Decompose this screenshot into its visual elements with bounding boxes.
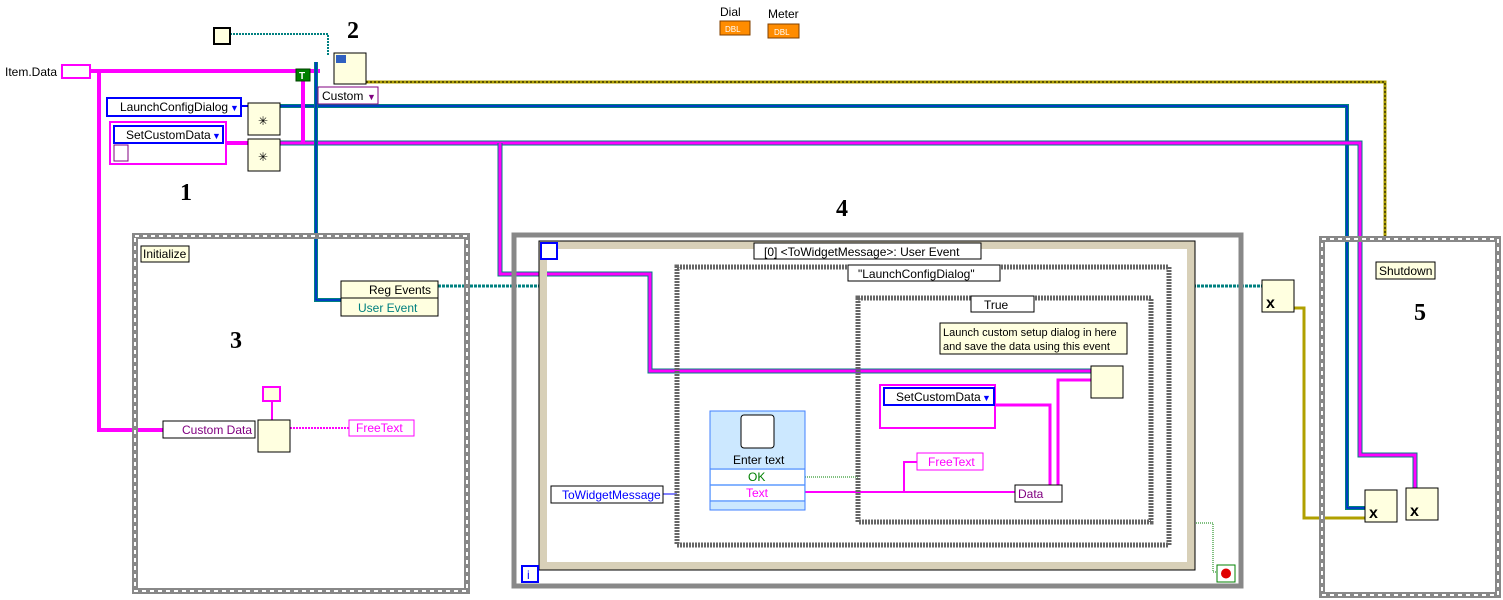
svg-text:ToWidgetMessage: ToWidgetMessage	[562, 488, 661, 502]
svg-text:OK: OK	[748, 470, 765, 484]
item-data-terminal[interactable]	[61, 64, 91, 79]
svg-text:Initialize: Initialize	[143, 247, 187, 261]
svg-text:DBL: DBL	[725, 25, 741, 34]
svg-text:Reg Events: Reg Events	[369, 283, 431, 297]
svg-text:DBL: DBL	[774, 28, 790, 37]
svg-text:Shutdown: Shutdown	[1379, 264, 1432, 278]
iteration-terminal	[521, 565, 539, 583]
svg-text:LaunchConfigDialog: LaunchConfigDialog	[120, 100, 228, 114]
svg-text:SetCustomData: SetCustomData	[896, 390, 981, 404]
vi-icon	[336, 55, 346, 63]
chevron-down-icon: ▼	[230, 103, 239, 113]
event-icon: ✳	[258, 114, 268, 128]
section-number-5: 5	[1414, 300, 1426, 326]
variant-to-data-node[interactable]	[257, 419, 291, 453]
close-icon: x	[1266, 295, 1275, 312]
svg-text:[0] <ToWidgetMessage>: User Ev: [0] <ToWidgetMessage>: User Event	[764, 245, 960, 259]
stop-icon	[1221, 568, 1231, 579]
timeout-icon[interactable]	[540, 242, 558, 260]
chevron-down-icon: ▼	[982, 393, 991, 403]
svg-text:User Event: User Event	[358, 301, 418, 315]
item-data-label: Item.Data	[5, 65, 57, 79]
svg-text:Enter text: Enter text	[733, 453, 785, 467]
svg-text:i: i	[527, 568, 530, 582]
generate-user-event-node[interactable]	[1090, 365, 1124, 399]
svg-text:Custom Data: Custom Data	[182, 423, 252, 437]
section-number-4: 4	[836, 196, 848, 222]
svg-text:Launch custom setup dialog in: Launch custom setup dialog in here	[943, 327, 1117, 339]
svg-text:Custom: Custom	[322, 89, 363, 103]
enum-refnum-wire[interactable]	[280, 104, 1368, 510]
svg-text:T: T	[299, 71, 305, 82]
section-number-1: 1	[180, 180, 192, 206]
empty-string-constant[interactable]	[262, 386, 281, 402]
section-number-2: 2	[347, 18, 359, 44]
meter-label: Meter	[768, 7, 799, 21]
string-element	[113, 144, 129, 162]
svg-text:and save the data using this e: and save the data using this event	[943, 341, 1110, 353]
chevron-down-icon: ▼	[212, 131, 221, 141]
svg-text:True: True	[984, 298, 1009, 312]
svg-text:FreeText: FreeText	[356, 421, 403, 435]
dial-label: Dial	[720, 5, 741, 19]
file-icon[interactable]	[213, 27, 231, 45]
while-loop	[511, 232, 1244, 589]
svg-text:"LaunchConfigDialog": "LaunchConfigDialog"	[858, 267, 975, 281]
chevron-down-icon: ▼	[367, 92, 376, 102]
svg-text:Text: Text	[746, 486, 769, 500]
user-prompt-icon	[740, 414, 775, 449]
svg-text:Data: Data	[1018, 487, 1044, 501]
block-diagram: Dial DBL Meter DBL Item.Data 2 T Custom …	[5, 5, 1501, 598]
close-icon: x	[1410, 503, 1419, 520]
svg-text:SetCustomData: SetCustomData	[126, 128, 211, 142]
section-number-3: 3	[230, 328, 242, 354]
svg-text:FreeText: FreeText	[928, 455, 975, 469]
event-icon: ✳	[258, 150, 268, 164]
event-structure	[539, 241, 1195, 570]
close-icon: x	[1369, 505, 1378, 522]
